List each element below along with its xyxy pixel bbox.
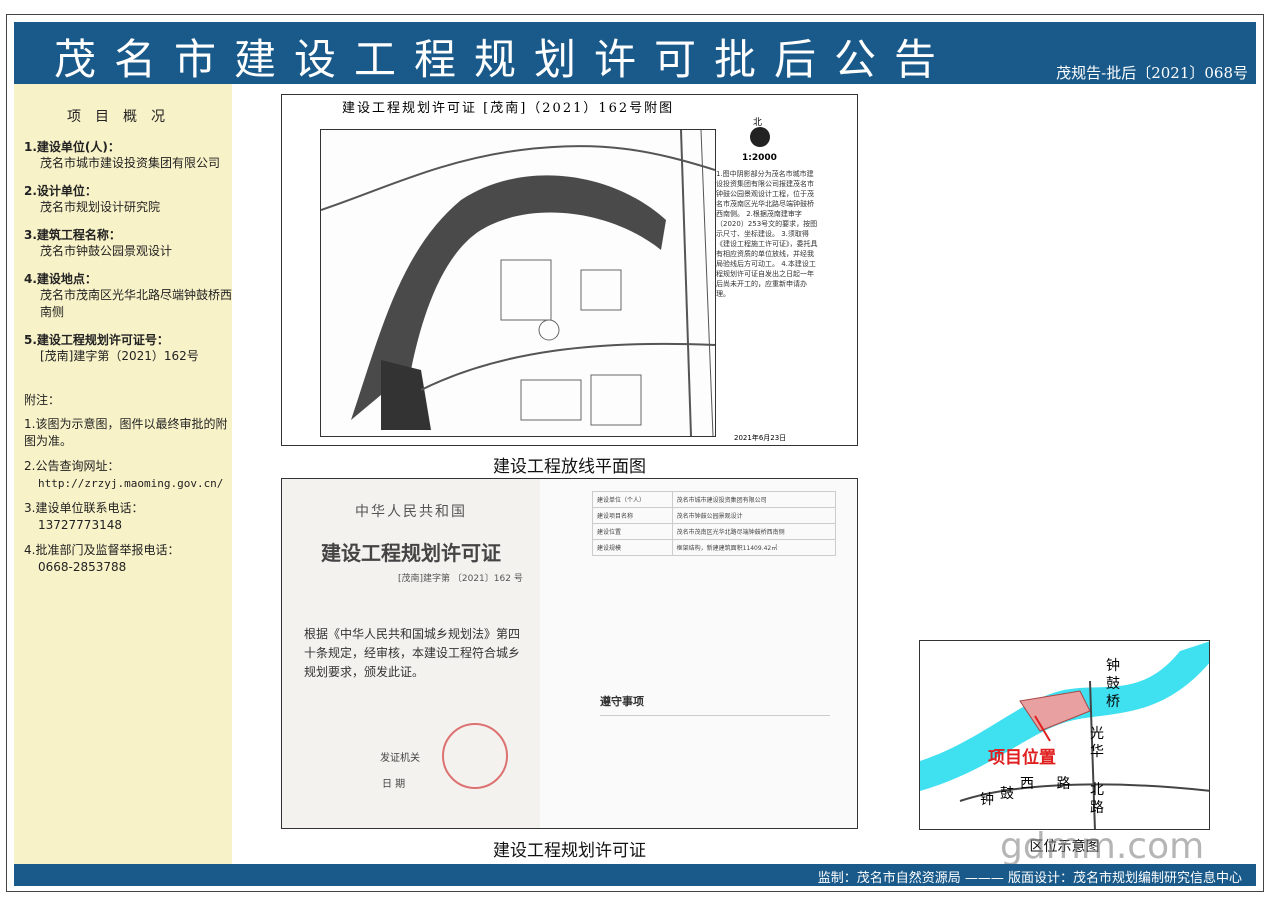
cert-table: 建设单位（个人） 茂名市城市建设投资集团有限公司 建设项目名称 茂名市钟鼓公园景观设… bbox=[592, 491, 837, 556]
north-arrow-icon bbox=[750, 127, 770, 147]
road-label-bridge: 钟 鼓 桥 bbox=[1106, 657, 1122, 711]
table-key: 建设规模 bbox=[592, 539, 673, 556]
road-label-west: 西 路 bbox=[1020, 773, 1070, 793]
road-label-guanghua: 光 华 bbox=[1090, 725, 1106, 761]
note-item: 1.该图为示意图，图件以最终审批的附图为准。 bbox=[24, 416, 232, 450]
road-char: 西 bbox=[1020, 776, 1034, 792]
table-row: 建设单位（个人） 茂名市城市建设投资集团有限公司 bbox=[592, 491, 837, 508]
note-label: 2.公告查询网址： bbox=[24, 459, 120, 473]
watermark: gdmm.com bbox=[1000, 826, 1205, 867]
website-link[interactable]: http://zrzyj.maoming.gov.cn/ bbox=[24, 475, 232, 492]
certificate-panel: 中华人民共和国 建设工程规划许可证 [茂南]建字第 〔2021〕162 号 根据… bbox=[281, 478, 858, 829]
note-item: 3.建设单位联系电话： 13727773148 bbox=[24, 500, 232, 534]
plan-map-svg bbox=[320, 129, 716, 437]
info-value: 茂名市钟鼓公园景观设计 bbox=[40, 244, 173, 258]
notice-lines bbox=[600, 715, 830, 796]
notes-section: 附注： 1.该图为示意图，图件以最终审批的附图为准。 2.公告查询网址： htt… bbox=[24, 391, 232, 576]
plan-scale: 1:2000 bbox=[742, 153, 777, 163]
road-char: 桥 bbox=[1106, 694, 1120, 710]
info-label: 3.建筑工程名称： bbox=[24, 228, 121, 242]
north-label: 北 bbox=[753, 118, 763, 128]
road-char: 鼓 bbox=[1106, 676, 1120, 692]
info-item-permit-no: 5.建设工程规划许可证号： [茂南]建字第（2021）162号 bbox=[24, 331, 232, 365]
project-info-list: 1.建设单位(人)： 茂名市城市建设投资集团有限公司 2.设计单位： 茂名市规划… bbox=[24, 138, 232, 365]
cert-date-label: 日 期 bbox=[382, 779, 406, 790]
location-map-panel: 项目位置 钟 鼓 桥 光 华 西 路 鼓 北 路 钟 bbox=[919, 640, 1210, 830]
info-value: 茂名市茂南区光华北路尽端钟鼓桥西南侧 bbox=[40, 288, 233, 319]
info-value: 茂名市规划设计研究院 bbox=[40, 200, 161, 214]
info-item-builder: 1.建设单位(人)： 茂名市城市建设投资集团有限公司 bbox=[24, 138, 232, 172]
table-value: 茂名市茂南区光华北路尽端钟鼓桥西南侧 bbox=[671, 523, 837, 540]
sidebar-project-overview: 项目概况 1.建设单位(人)： 茂名市城市建设投资集团有限公司 2.设计单位： … bbox=[14, 84, 232, 864]
certificate-cover: 中华人民共和国 建设工程规划许可证 [茂南]建字第 〔2021〕162 号 根据… bbox=[282, 479, 540, 828]
road-char: 华 bbox=[1090, 744, 1104, 760]
table-key: 建设单位（个人） bbox=[592, 491, 673, 508]
table-value: 框架结构，新建建筑面积11409.42㎡ bbox=[671, 539, 837, 556]
road-char: 钟 bbox=[980, 792, 994, 808]
report-phone: 0668-2853788 bbox=[38, 560, 127, 574]
cert-title: 建设工程规划许可证 bbox=[321, 541, 501, 565]
table-row: 建设位置 茂名市茂南区光华北路尽端钟鼓桥西南侧 bbox=[592, 523, 837, 540]
info-label: 2.设计单位： bbox=[24, 184, 97, 198]
plan-notes: 1.图中阴影部分为茂名市城市建设投资集团有限公司报建茂名市钟鼓公园景观设计工程，… bbox=[716, 170, 818, 298]
note-label: 1.该图为示意图，图件以最终审批的附图为准。 bbox=[24, 417, 228, 448]
certificate-caption: 建设工程规划许可证 bbox=[493, 841, 646, 861]
plan-title: 建设工程规划许可证 [茂南]（2021）162号附图 bbox=[342, 101, 675, 116]
contact-phone: 13727773148 bbox=[38, 518, 122, 532]
cert-country: 中华人民共和国 bbox=[355, 504, 467, 520]
table-key: 建设项目名称 bbox=[592, 507, 673, 524]
footer-banner: 监制：茂名市自然资源局 ——— 版面设计：茂名市规划编制研究信息中心 bbox=[14, 864, 1256, 886]
note-item: 4.批准部门及监督举报电话： 0668-2853788 bbox=[24, 542, 232, 576]
info-label: 1.建设单位(人)： bbox=[24, 140, 120, 154]
cert-body: 根据《中华人民共和国城乡规划法》第四十条规定，经审核，本建设工程符合城乡规划要求… bbox=[304, 627, 521, 679]
sidebar-title: 项目概况 bbox=[67, 109, 179, 125]
table-row: 建设规模 框架结构，新建建筑面积11409.42㎡ bbox=[592, 539, 837, 556]
note-label: 4.批准部门及监督举报电话： bbox=[24, 543, 180, 557]
table-key: 建设位置 bbox=[592, 523, 673, 540]
certificate-details: 建设单位（个人） 茂名市城市建设投资集团有限公司 建设项目名称 茂名市钟鼓公园景观设… bbox=[540, 479, 857, 828]
road-char: 路 bbox=[1090, 800, 1104, 816]
info-item-location: 4.建设地点： 茂名市茂南区光华北路尽端钟鼓桥西南侧 bbox=[24, 270, 232, 321]
road-char: 路 bbox=[1056, 776, 1071, 792]
info-item-designer: 2.设计单位： 茂名市规划设计研究院 bbox=[24, 182, 232, 216]
road-char: 光 bbox=[1090, 726, 1104, 742]
page-title: 茂名市建设工程规划许可批后公告 bbox=[53, 35, 954, 84]
note-label: 3.建设单位联系电话： bbox=[24, 501, 144, 515]
plan-drawing bbox=[320, 129, 716, 437]
header-banner: 茂名市建设工程规划许可批后公告 茂规告-批后〔2021〕068号 bbox=[14, 22, 1256, 84]
notice-title: 遵守事项 bbox=[600, 695, 644, 708]
road-char: 钟 bbox=[1106, 658, 1120, 674]
info-item-project-name: 3.建筑工程名称： 茂名市钟鼓公园景观设计 bbox=[24, 226, 232, 260]
table-value: 茂名市城市建设投资集团有限公司 bbox=[671, 491, 837, 508]
info-label: 4.建设地点： bbox=[24, 272, 97, 286]
site-plan-panel: 建设工程规划许可证 [茂南]（2021）162号附图 北 1:2000 1.图中… bbox=[281, 94, 858, 446]
info-value: 茂名市城市建设投资集团有限公司 bbox=[40, 156, 221, 170]
note-item: 2.公告查询网址： http://zrzyj.maoming.gov.cn/ bbox=[24, 458, 232, 492]
info-value: [茂南]建字第（2021）162号 bbox=[40, 349, 199, 363]
notes-title: 附注： bbox=[24, 393, 61, 407]
table-row: 建设项目名称 茂名市钟鼓公园景观设计 bbox=[592, 507, 837, 524]
road-char: 鼓 bbox=[1000, 786, 1014, 802]
plan-caption: 建设工程放线平面图 bbox=[493, 457, 646, 477]
plan-date: 2021年6月23日 bbox=[734, 434, 787, 442]
cert-number: [茂南]建字第 〔2021〕162 号 bbox=[398, 574, 523, 584]
info-label: 5.建设工程规划许可证号： bbox=[24, 333, 169, 347]
cert-issuer-label: 发证机关 bbox=[380, 753, 420, 764]
footer-credits: 监制：茂名市自然资源局 ——— 版面设计：茂名市规划编制研究信息中心 bbox=[817, 871, 1242, 886]
table-value: 茂名市钟鼓公园景观设计 bbox=[671, 507, 837, 524]
notice-number: 茂规告-批后〔2021〕068号 bbox=[1056, 64, 1248, 82]
project-location-label: 项目位置 bbox=[988, 748, 1056, 768]
road-char: 北 bbox=[1090, 782, 1104, 798]
official-seal-icon bbox=[442, 723, 508, 789]
road-label-north: 北 路 bbox=[1090, 781, 1106, 817]
location-map-svg bbox=[920, 641, 1209, 829]
